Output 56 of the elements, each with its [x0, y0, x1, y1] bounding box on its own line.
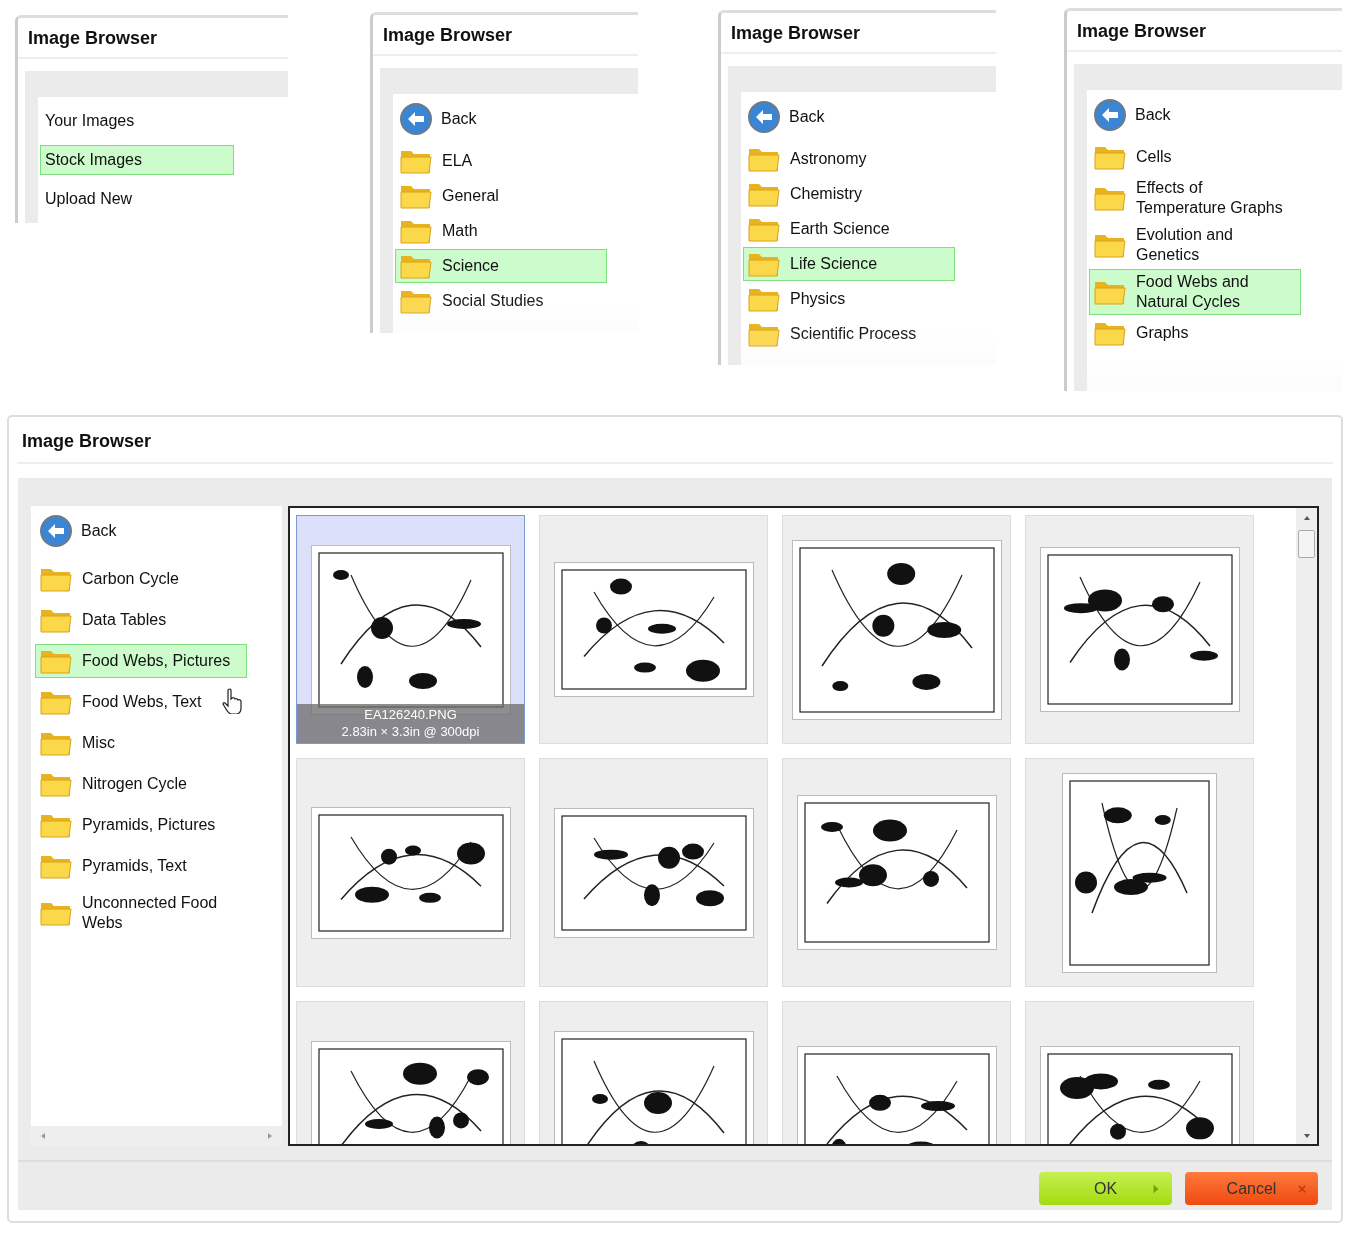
folder-item[interactable]: Astronomy: [743, 142, 955, 176]
scroll-thumb[interactable]: [1298, 530, 1315, 558]
menu-item[interactable]: Your Images: [40, 106, 234, 136]
folder-item[interactable]: Scientific Process: [743, 317, 955, 351]
back-link[interactable]: Back: [1135, 106, 1171, 124]
folder-item[interactable]: Social Studies: [395, 284, 607, 318]
cancel-button[interactable]: Cancel: [1185, 1172, 1318, 1205]
folder-item[interactable]: General: [395, 179, 607, 213]
folder-item[interactable]: Pyramids, Pictures: [35, 808, 247, 842]
folder-item[interactable]: Food Webs and Natural Cycles: [1089, 269, 1301, 315]
thumbnail-tile[interactable]: [1025, 758, 1254, 987]
folder-item[interactable]: Graphs: [1089, 316, 1301, 350]
menu-item[interactable]: Upload New: [40, 184, 234, 214]
menu-item[interactable]: Stock Images: [40, 145, 234, 175]
window-title: Image Browser: [18, 18, 288, 59]
back-link[interactable]: Back: [441, 110, 477, 128]
folder-item[interactable]: Pyramids, Text: [35, 849, 247, 883]
folder-item[interactable]: Cells: [1089, 140, 1301, 174]
thumbnail-tile[interactable]: [782, 515, 1011, 744]
window-title: Image Browser: [1067, 11, 1342, 52]
window-title: Image Browser: [17, 417, 1333, 464]
folder-item[interactable]: Chemistry: [743, 177, 955, 211]
scroll-down-icon[interactable]: [1302, 1132, 1311, 1140]
thumbnail-tile[interactable]: [539, 515, 768, 744]
folder-item[interactable]: Nitrogen Cycle: [35, 767, 247, 801]
folder-item[interactable]: Life Science: [743, 247, 955, 281]
folder-item[interactable]: Carbon Cycle: [35, 562, 247, 596]
back-link[interactable]: Back: [81, 522, 117, 540]
back-link[interactable]: Back: [789, 108, 825, 126]
hand-cursor-icon: [221, 688, 243, 714]
folder-item[interactable]: ELA: [395, 144, 607, 178]
ok-button[interactable]: OK: [1039, 1172, 1172, 1205]
window-title: Image Browser: [373, 15, 638, 56]
image-dimensions: 2.83in × 3.3in @ 300dpi: [340, 723, 481, 740]
file-name: EA126240.PNG: [363, 706, 458, 723]
thumbnail-tile[interactable]: EA126240.PNG 2.83in × 3.3in @ 300dpi: [296, 515, 525, 744]
folder-item[interactable]: Science: [395, 249, 607, 283]
folder-item[interactable]: Food Webs, Text: [35, 685, 247, 719]
thumbnail-tile[interactable]: [1025, 515, 1254, 744]
caret-icon: [1152, 1184, 1160, 1194]
folder-item[interactable]: Food Webs, Pictures: [35, 644, 247, 678]
folder-item[interactable]: Earth Science: [743, 212, 955, 246]
folder-item[interactable]: Effects of Temperature Graphs: [1089, 175, 1301, 221]
folder-item[interactable]: Misc: [35, 726, 247, 760]
close-icon: [1298, 1184, 1306, 1194]
thumbnail-tile[interactable]: [782, 758, 1011, 987]
vertical-scrollbar[interactable]: [1296, 508, 1317, 1144]
folder-item[interactable]: Physics: [743, 282, 955, 316]
folder-item[interactable]: Evolution and Genetics: [1089, 222, 1301, 268]
folder-item[interactable]: Math: [395, 214, 607, 248]
thumbnail-tile[interactable]: [296, 758, 525, 987]
folder-item[interactable]: Data Tables: [35, 603, 247, 637]
window-title: Image Browser: [721, 13, 996, 54]
scroll-up-icon[interactable]: [1302, 514, 1311, 522]
thumbnail-tile[interactable]: [539, 758, 768, 987]
folder-item[interactable]: Unconnected Food Webs: [35, 890, 247, 936]
